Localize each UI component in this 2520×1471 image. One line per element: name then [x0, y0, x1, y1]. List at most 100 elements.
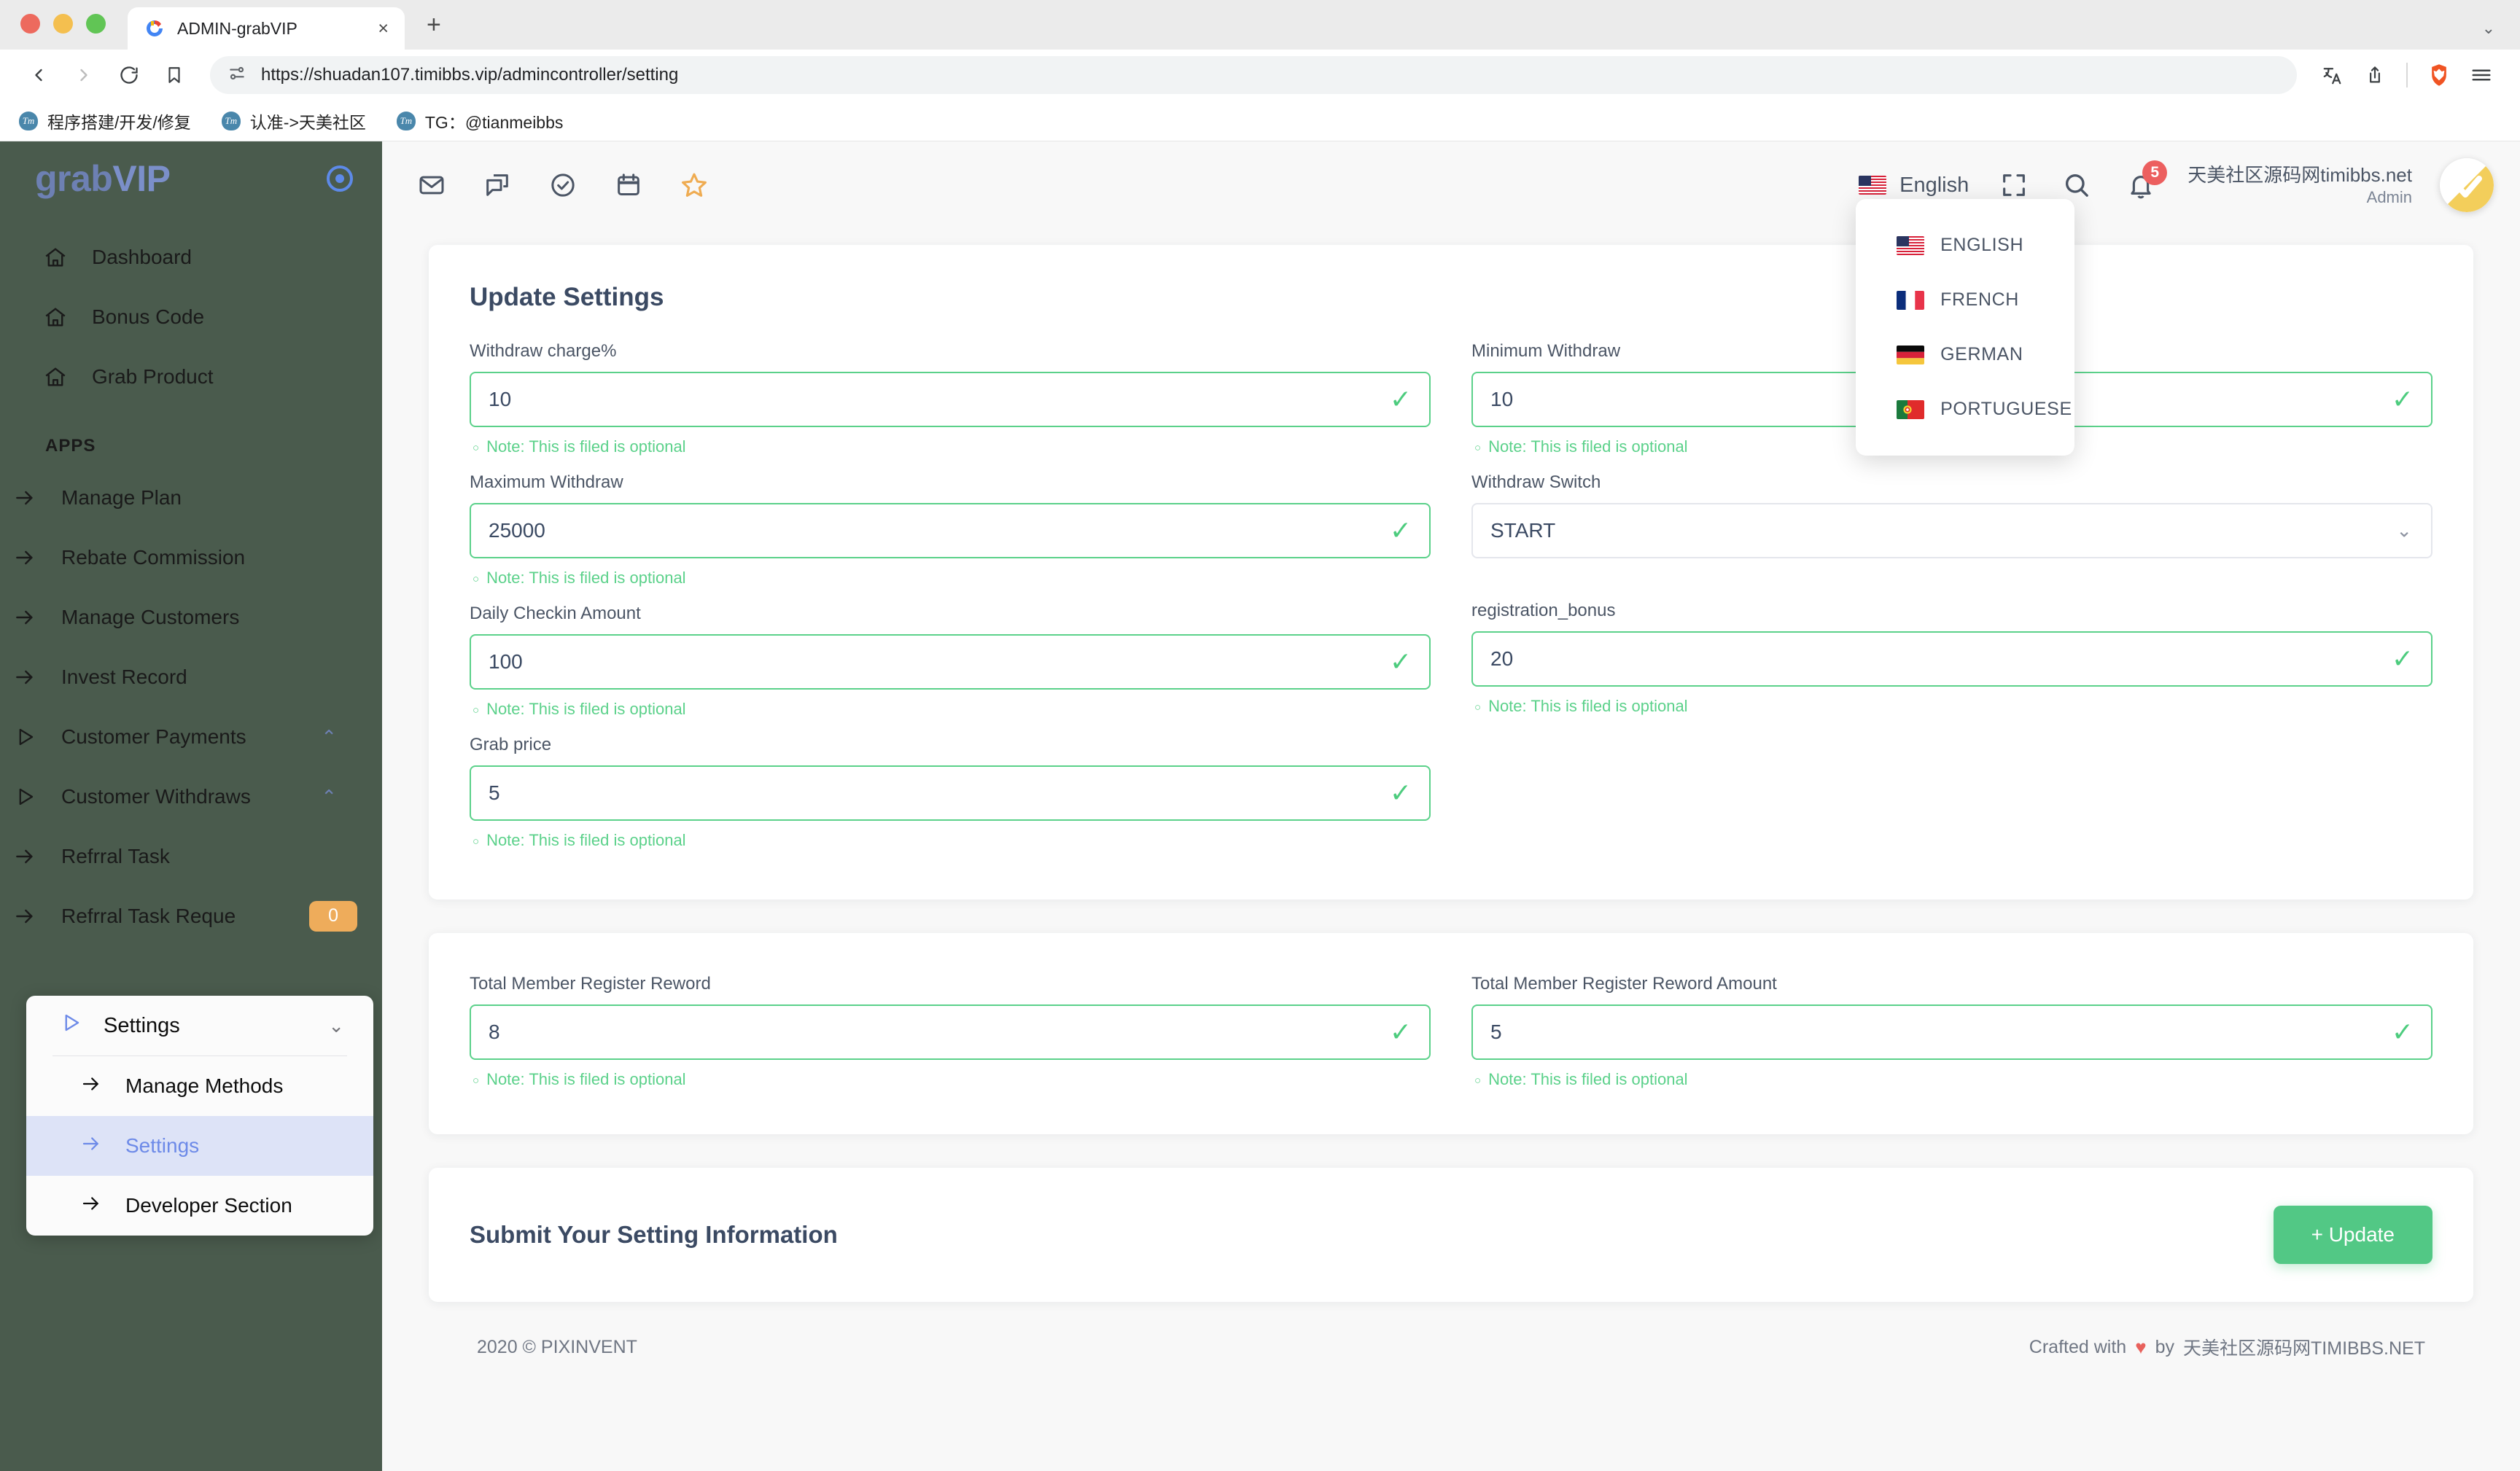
heart-icon: ♥ [2135, 1335, 2147, 1358]
field-grab-price: Grab price ✓ Note: This is filed is opti… [470, 735, 1431, 863]
notifications-bell[interactable]: 5 [2122, 160, 2168, 204]
valid-check-icon: ✓ [1389, 778, 1412, 808]
form-column-right: Total Member Register Reword Amount ✓ No… [1471, 974, 2432, 1105]
sidebar-settings-group: Settings ⌄ Manage Methods Settings Devel… [26, 996, 373, 1236]
sidebar-item-settings-group[interactable]: Settings ⌄ [26, 996, 373, 1056]
field-label: Daily Checkin Amount [470, 604, 641, 623]
language-option-label: GERMAN [1940, 344, 2023, 364]
brave-shields-icon[interactable] [2419, 55, 2459, 95]
home-icon [41, 362, 70, 391]
home-icon [41, 243, 70, 272]
sidebar-item-bonus-code[interactable]: Bonus Code [0, 287, 382, 347]
bookmark-label: TG：@tianmeibbs [424, 112, 564, 132]
language-selector[interactable]: English ENGLISH FRENCH GERMAN PORTUGUESE [1856, 173, 2075, 456]
bookmark-icon[interactable] [155, 55, 194, 95]
arrow-right-icon [80, 1193, 102, 1220]
browser-tabstrip: ADMIN-grabVIP × + ⌄ [0, 0, 2520, 50]
field-label: registration_bonus [1471, 601, 1616, 620]
window-traffic-lights [20, 14, 106, 50]
arrow-right-icon [10, 663, 39, 692]
bookmark-favicon-icon: Tm [396, 111, 416, 130]
user-info[interactable]: 天美社区源码网timibbs.net Admin [2188, 163, 2412, 207]
chevron-up-icon[interactable]: ⌃ [321, 726, 337, 749]
translate-icon[interactable] [2313, 55, 2352, 95]
sidebar-item-manage-methods[interactable]: Manage Methods [26, 1056, 373, 1116]
forward-icon[interactable] [64, 55, 104, 95]
notification-count-badge: 5 [2142, 160, 2168, 185]
field-note: Note: This is filed is optional [1474, 1070, 2432, 1089]
avatar[interactable] [2440, 158, 2494, 212]
sidebar-item-label: Grab Product [92, 365, 214, 388]
withdraw-switch-select[interactable] [1471, 503, 2432, 558]
daily-checkin-amount-input[interactable] [470, 634, 1431, 690]
footer-credit: Crafted with ♥ by 天美社区源码网TIMIBBS.NET [2029, 1334, 2425, 1360]
check-circle-icon[interactable] [545, 168, 580, 203]
bookmark-item[interactable]: Tm TG：@tianmeibbs [396, 109, 564, 133]
total-member-register-reword-input[interactable] [470, 1004, 1431, 1060]
close-window-button[interactable] [20, 14, 40, 34]
sidebar-item-label: Manage Customers [61, 606, 240, 628]
site-settings-icon[interactable] [228, 64, 246, 87]
calendar-icon[interactable] [611, 168, 646, 203]
mail-icon[interactable] [414, 168, 449, 203]
maximize-window-button[interactable] [86, 14, 106, 34]
tab-close-icon[interactable]: × [378, 19, 389, 38]
language-label: English [1899, 173, 1969, 197]
field-maximum-withdraw: Maximum Withdraw ✓ Note: This is filed i… [470, 472, 1431, 601]
field-daily-checkin-amount: Daily Checkin Amount ✓ Note: This is fil… [470, 604, 1431, 732]
browser-menu-icon[interactable] [2462, 55, 2501, 95]
sidebar-item-grab-product[interactable]: Grab Product [0, 347, 382, 407]
tabstrip-chevron-down-icon[interactable]: ⌄ [2482, 19, 2495, 38]
address-bar[interactable]: https://shuadan107.timibbs.vip/admincont… [210, 56, 2297, 94]
browser-tab[interactable]: ADMIN-grabVIP × [128, 7, 405, 50]
sidebar-item-developer-section[interactable]: Developer Section [26, 1176, 373, 1236]
sidebar-item-manage-plan[interactable]: Manage Plan [0, 468, 382, 528]
submit-title: Submit Your Setting Information [470, 1221, 838, 1248]
field-note: Note: This is filed is optional [472, 700, 1431, 719]
language-option-english[interactable]: ENGLISH [1856, 218, 2074, 273]
registration-bonus-input[interactable] [1471, 631, 2432, 687]
bookmark-favicon-icon: Tm [221, 111, 241, 130]
valid-check-icon: ✓ [2391, 384, 2414, 414]
language-option-german[interactable]: GERMAN [1856, 327, 2074, 382]
flag-de-icon [1897, 345, 1925, 364]
chevron-down-icon[interactable]: ⌄ [328, 1015, 344, 1037]
bookmark-label: 认准->天美社区 [249, 112, 366, 132]
share-icon[interactable] [2355, 55, 2395, 95]
sidebar-item-label: Invest Record [61, 666, 187, 688]
browser-toolbar: https://shuadan107.timibbs.vip/admincont… [0, 50, 2520, 101]
new-tab-button[interactable]: + [427, 11, 441, 50]
minimize-window-button[interactable] [53, 14, 73, 34]
page-scroll-region: Update Settings Withdraw charge% ✓ Note:… [382, 229, 2520, 1471]
star-icon[interactable] [677, 168, 712, 203]
back-icon[interactable] [19, 55, 58, 95]
sidebar-item-manage-customers[interactable]: Manage Customers [0, 588, 382, 647]
total-member-register-reword-amount-input[interactable] [1471, 1004, 2432, 1060]
bookmark-item[interactable]: Tm 认准->天美社区 [221, 109, 366, 133]
valid-check-icon: ✓ [1389, 515, 1412, 545]
sidebar-item-rebate-commission[interactable]: Rebate Commission [0, 528, 382, 588]
grab-price-input[interactable] [470, 765, 1431, 821]
sidebar-item-label: Settings [125, 1134, 200, 1157]
chat-icon[interactable] [480, 168, 515, 203]
withdraw-charge-input[interactable] [470, 372, 1431, 427]
sidebar-item-customer-payments[interactable]: Customer Payments ⌃ [0, 707, 382, 767]
bookmark-item[interactable]: Tm 程序搭建/开发/修复 [19, 109, 191, 133]
language-option-portuguese[interactable]: PORTUGUESE [1856, 382, 2074, 437]
sidebar-item-refrral-task-request[interactable]: Refrral Task Reque 0 [0, 886, 382, 946]
maximum-withdraw-input[interactable] [470, 503, 1431, 558]
sidebar-item-customer-withdraws[interactable]: Customer Withdraws ⌃ [0, 767, 382, 827]
fullscreen-icon[interactable] [1996, 168, 2031, 203]
app-logo[interactable]: grabVIP [35, 157, 171, 200]
update-button[interactable]: + Update [2273, 1206, 2432, 1264]
language-option-french[interactable]: FRENCH [1856, 273, 2074, 327]
reload-icon[interactable] [109, 55, 149, 95]
sidebar-pin-icon[interactable] [327, 165, 353, 192]
sidebar-item-refrral-task[interactable]: Refrral Task [0, 827, 382, 886]
valid-check-icon: ✓ [1389, 384, 1412, 414]
sidebar-item-settings[interactable]: Settings [26, 1116, 373, 1176]
search-icon[interactable] [2059, 168, 2094, 203]
sidebar-item-dashboard[interactable]: Dashboard [0, 227, 382, 287]
chevron-up-icon[interactable]: ⌃ [321, 786, 337, 808]
sidebar-item-invest-record[interactable]: Invest Record [0, 647, 382, 707]
